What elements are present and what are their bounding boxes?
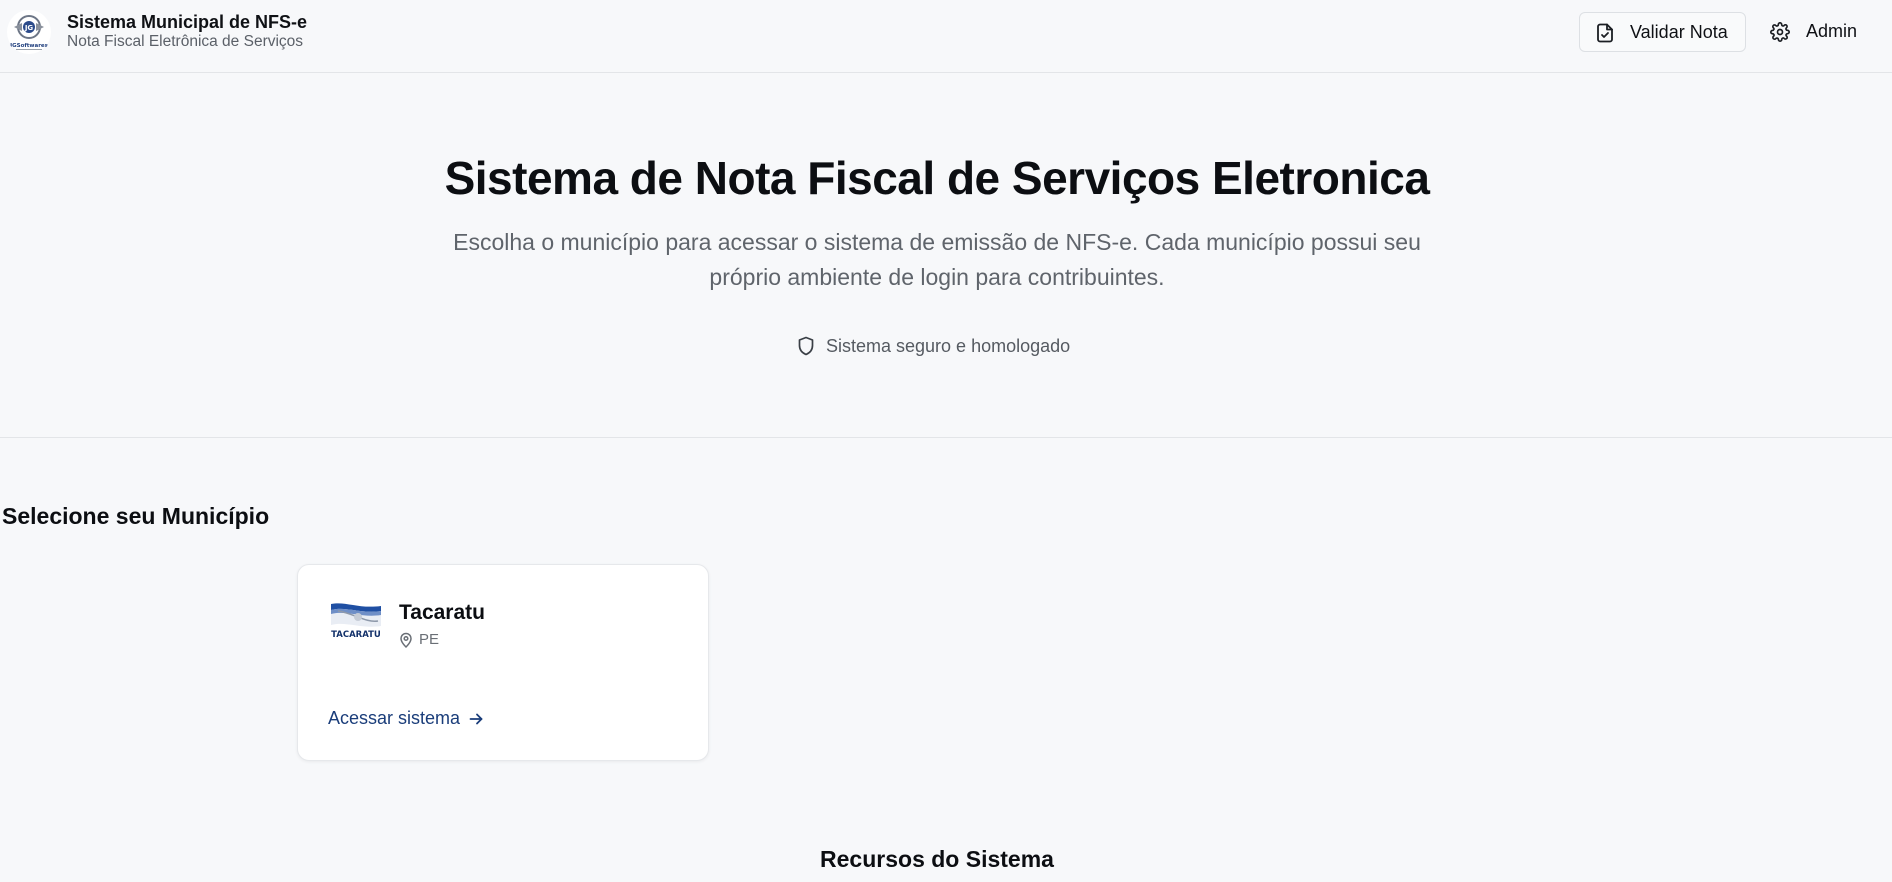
municipality-card-tacaratu[interactable]: TACARATU Tacaratu PE Acessar sistema bbox=[297, 564, 709, 761]
validar-nota-button[interactable]: Validar Nota bbox=[1579, 12, 1746, 52]
municipality-name: Tacaratu bbox=[399, 601, 485, 624]
gear-icon bbox=[1770, 22, 1790, 42]
secure-badge: Sistema seguro e homologado bbox=[797, 334, 1070, 358]
hero-section: Sistema de Nota Fiscal de Serviços Eletr… bbox=[0, 73, 1892, 438]
file-check-icon bbox=[1596, 23, 1614, 43]
svg-text:JG: JG bbox=[24, 24, 34, 32]
arrow-right-icon bbox=[468, 711, 484, 727]
hero-title: Sistema de Nota Fiscal de Serviços Eletr… bbox=[444, 152, 1430, 204]
svg-text:JGSoftwares: JGSoftwares bbox=[9, 43, 49, 49]
brand-logo[interactable]: JG JGSoftwares bbox=[6, 9, 52, 55]
municipality-state: PE bbox=[419, 631, 440, 648]
shield-icon bbox=[797, 336, 815, 356]
flag-text: TACARATU bbox=[331, 630, 381, 640]
brand-logo-image: JG JGSoftwares bbox=[7, 10, 51, 54]
brand-subtitle: Nota Fiscal Eletrônica de Serviços bbox=[67, 33, 304, 50]
resources-title: Recursos do Sistema bbox=[820, 846, 1054, 872]
municipality-location: PE bbox=[399, 631, 439, 648]
section-title-municipio: Selecione seu Município bbox=[2, 503, 270, 529]
hero-description: Escolha o município para acessar o siste… bbox=[453, 229, 1421, 290]
map-pin-icon bbox=[399, 632, 413, 648]
acessar-sistema-link[interactable]: Acessar sistema bbox=[328, 708, 484, 729]
admin-button[interactable]: Admin bbox=[1762, 12, 1887, 52]
secure-label: Sistema seguro e homologado bbox=[826, 335, 1071, 356]
top-header: JG JGSoftwares Sistema Municipal de NFS-… bbox=[0, 0, 1892, 73]
brand-title: Sistema Municipal de NFS-e bbox=[67, 12, 308, 32]
admin-label: Admin bbox=[1806, 21, 1858, 41]
validar-nota-label: Validar Nota bbox=[1630, 22, 1728, 42]
acessar-sistema-label: Acessar sistema bbox=[328, 708, 461, 728]
municipality-flag: TACARATU bbox=[328, 601, 383, 645]
